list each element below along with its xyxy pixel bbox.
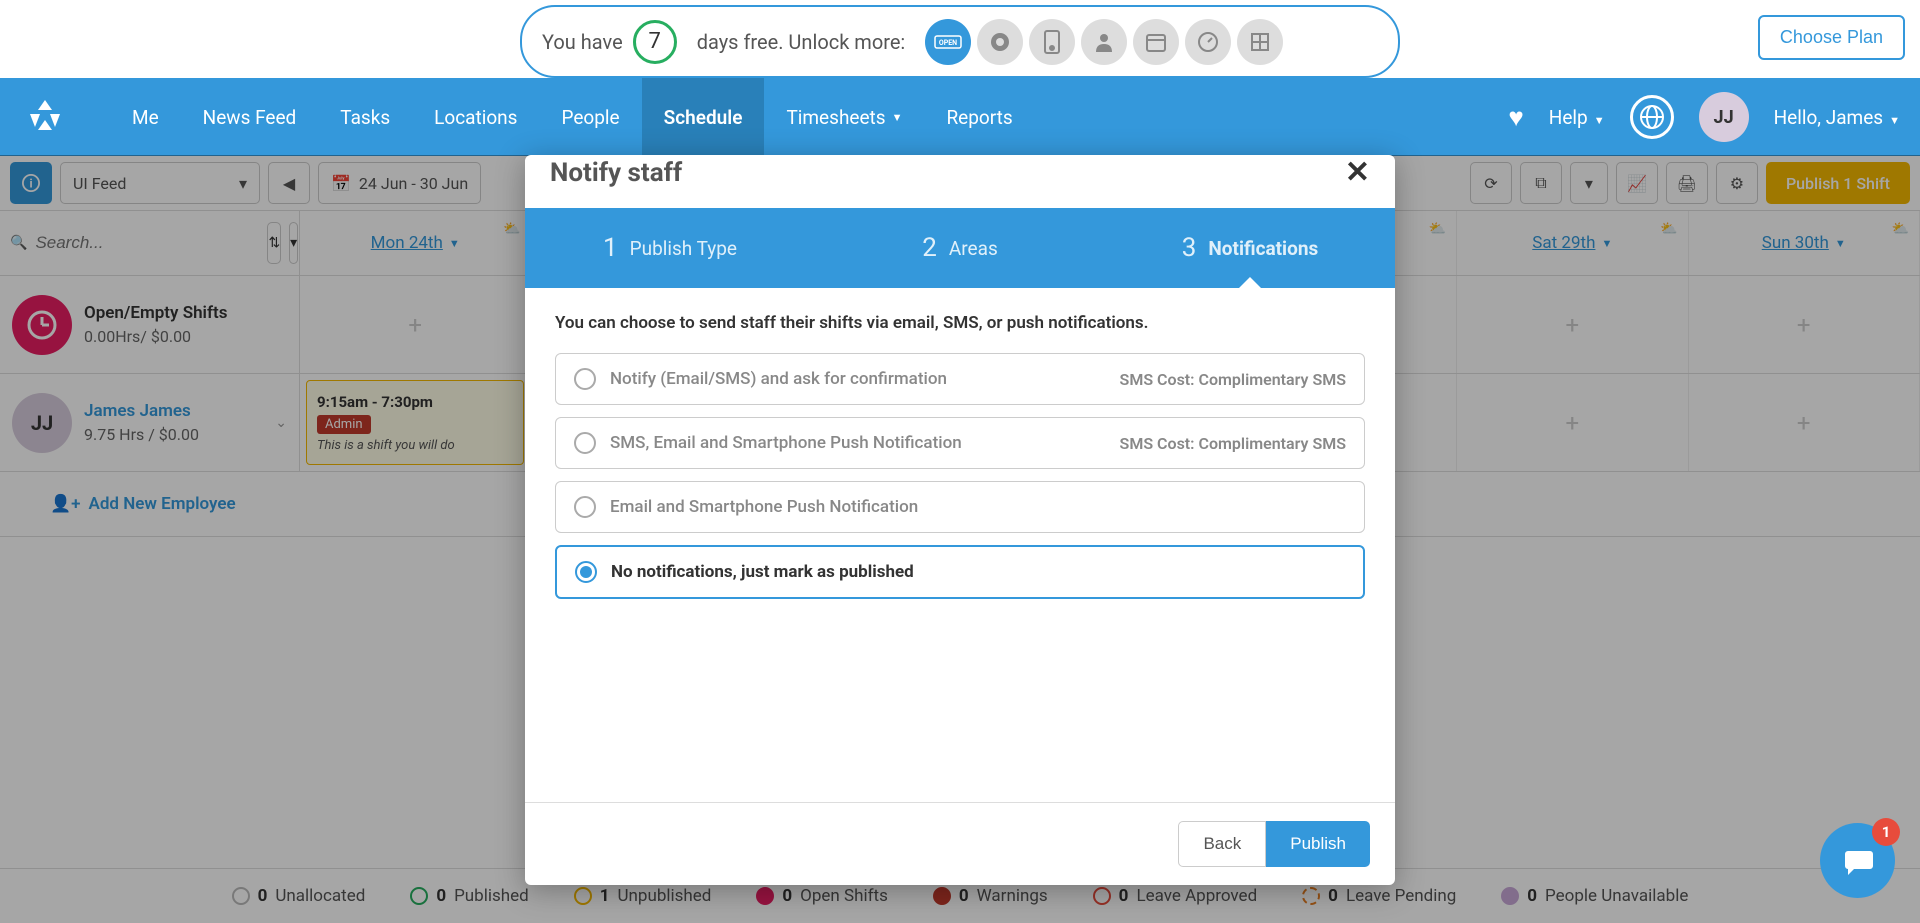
- feature-icon-grid[interactable]: [1237, 19, 1283, 65]
- notify-option-email-push[interactable]: Email and Smartphone Push Notification: [555, 481, 1365, 533]
- step-areas[interactable]: 2Areas: [815, 208, 1105, 288]
- feature-icon-gauge[interactable]: [1185, 19, 1231, 65]
- modal-close-icon[interactable]: ✕: [1345, 155, 1370, 190]
- modal-steps: 1Publish Type 2Areas 3Notifications: [525, 208, 1395, 288]
- notify-option-sms-email-push[interactable]: SMS, Email and Smartphone Push Notificat…: [555, 417, 1365, 469]
- nav-locations[interactable]: Locations: [412, 78, 539, 156]
- sms-cost: SMS Cost: Complimentary SMS: [1120, 434, 1346, 453]
- globe-icon[interactable]: [1630, 95, 1674, 139]
- sms-cost: SMS Cost: Complimentary SMS: [1120, 370, 1346, 389]
- chat-bubble[interactable]: 1: [1820, 823, 1895, 898]
- trial-days-badge: 7: [633, 20, 677, 64]
- user-avatar[interactable]: JJ: [1699, 92, 1749, 142]
- nav-news-feed[interactable]: News Feed: [181, 78, 319, 156]
- radio-icon: [574, 432, 596, 454]
- logo-icon[interactable]: [20, 92, 70, 142]
- feature-icon-open[interactable]: OPEN: [925, 19, 971, 65]
- modal-description: You can choose to send staff their shift…: [555, 313, 1365, 333]
- feature-icon-device[interactable]: [1029, 19, 1075, 65]
- notify-staff-modal: Notify staff ✕ 1Publish Type 2Areas 3Not…: [525, 155, 1395, 885]
- publish-button[interactable]: Publish: [1266, 821, 1370, 867]
- svg-text:OPEN: OPEN: [939, 39, 957, 47]
- step-notifications[interactable]: 3Notifications: [1105, 208, 1395, 288]
- step-publish-type[interactable]: 1Publish Type: [525, 208, 815, 288]
- nav-timesheets[interactable]: Timesheets▼: [764, 78, 924, 156]
- nav-tasks[interactable]: Tasks: [318, 78, 412, 156]
- radio-icon: [575, 561, 597, 583]
- trial-feature-icons: OPEN: [925, 19, 1283, 65]
- trial-suffix: days free. Unlock more:: [697, 30, 906, 54]
- top-nav: Me News Feed Tasks Locations People Sche…: [0, 78, 1920, 156]
- heart-icon[interactable]: ♥: [1508, 102, 1523, 133]
- nav-people[interactable]: People: [539, 78, 641, 156]
- notify-option-none[interactable]: No notifications, just mark as published: [555, 545, 1365, 599]
- trial-prefix: You have: [542, 30, 623, 54]
- feature-icon-camera[interactable]: [977, 19, 1023, 65]
- help-menu[interactable]: Help▼: [1549, 106, 1605, 129]
- trial-banner: You have 7 days free. Unlock more: OPEN: [520, 5, 1400, 78]
- feature-icon-person[interactable]: [1081, 19, 1127, 65]
- nav-reports[interactable]: Reports: [924, 78, 1034, 156]
- radio-icon: [574, 496, 596, 518]
- feature-icon-calendar[interactable]: [1133, 19, 1179, 65]
- nav-me[interactable]: Me: [110, 78, 181, 156]
- back-button[interactable]: Back: [1178, 821, 1266, 867]
- choose-plan-button[interactable]: Choose Plan: [1758, 15, 1905, 60]
- hello-user[interactable]: Hello, James▼: [1774, 106, 1900, 129]
- radio-icon: [574, 368, 596, 390]
- notify-option-email-sms-confirm[interactable]: Notify (Email/SMS) and ask for confirmat…: [555, 353, 1365, 405]
- nav-schedule[interactable]: Schedule: [642, 78, 765, 156]
- modal-title: Notify staff: [550, 158, 682, 188]
- chat-badge: 1: [1872, 818, 1900, 846]
